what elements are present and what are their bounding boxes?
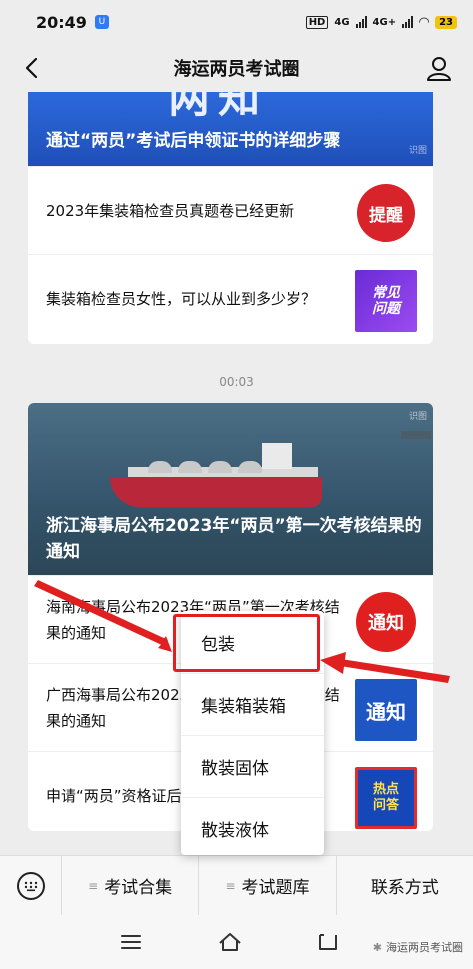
tab-exam-collection[interactable]: ≡ 考试合集 bbox=[62, 855, 200, 916]
user-profile-icon[interactable] bbox=[425, 54, 453, 82]
footer-watermark-text: 海运两员考试圈 bbox=[386, 941, 463, 954]
hero-title: 通过“两员”考试后申领证书的详细步骤 bbox=[46, 131, 341, 151]
tab-label: 联系方式 bbox=[370, 878, 439, 898]
keyboard-toggle-button[interactable] bbox=[0, 855, 62, 916]
notice-thumbnail: 通知 bbox=[355, 591, 417, 653]
hot-qa-thumbnail: 热点 问答 bbox=[355, 767, 417, 829]
network-4g-label: 4G bbox=[334, 16, 350, 28]
signal-icon-2 bbox=[402, 16, 414, 28]
tab-contact[interactable]: 联系方式 bbox=[337, 856, 473, 916]
keyboard-icon bbox=[16, 871, 45, 900]
submenu-item-bulk-liquid[interactable]: 散装液体 bbox=[181, 797, 324, 859]
status-bar: 20:49 U HD 4G 4G+ ◠ 23 bbox=[0, 0, 473, 44]
distant-ship-graphic bbox=[401, 431, 431, 439]
faq-thumbnail: 常见 问题 bbox=[355, 270, 417, 332]
tab-question-bank[interactable]: ≡ 考试题库 bbox=[199, 855, 337, 916]
hero-title: 浙江海事局公布2023年“两员”第一次考核结果的通知 bbox=[46, 516, 422, 562]
hero-graphic-text: 两知 bbox=[168, 92, 269, 122]
system-navigation-bar: ✱ 海运两员考试圈 bbox=[0, 915, 473, 969]
hero-watermark: 识图 bbox=[408, 146, 427, 156]
hot-qa-label-line2: 问答 bbox=[372, 798, 399, 813]
notice-label: 通知 bbox=[356, 592, 416, 652]
hero-watermark: 识图 bbox=[408, 412, 427, 422]
menu-lines-icon: ≡ bbox=[88, 878, 99, 893]
page-title: 海运两员考试圈 bbox=[173, 59, 300, 80]
signal-icon bbox=[355, 16, 367, 28]
reminder-thumbnail: 提醒 bbox=[355, 182, 417, 244]
submenu-item-bulk-solid[interactable]: 散装固体 bbox=[181, 735, 324, 797]
menu-lines-icon: ≡ bbox=[225, 878, 236, 893]
ship-tank-graphic bbox=[148, 461, 172, 473]
tab-label: 考试题库 bbox=[241, 878, 310, 898]
hot-qa-label-line1: 热点 bbox=[372, 782, 399, 797]
navigation-bar: 海运两员考试圈 bbox=[0, 44, 473, 92]
article-list-item[interactable]: 集装箱检查员女性，可以从业到多少岁？ 常见 问题 bbox=[28, 254, 433, 342]
article-list-item[interactable]: 2023年集装箱检查员真题卷已经更新 提醒 bbox=[28, 166, 433, 254]
footer-watermark: ✱ 海运两员考试圈 bbox=[373, 939, 463, 955]
ship-hull-graphic bbox=[110, 477, 322, 507]
article-hero[interactable]: 两知 通过“两员”考试后申领证书的详细步骤 识图 bbox=[28, 92, 433, 166]
status-indicators: HD 4G 4G+ ◠ 23 bbox=[305, 14, 457, 30]
highlight-box-annotation bbox=[173, 614, 320, 672]
faq-label-line1: 常见 bbox=[372, 285, 400, 301]
ship-tank-graphic bbox=[178, 461, 202, 473]
article-hero[interactable]: 浙江海事局公布2023年“两员”第一次考核结果的通知 识图 bbox=[28, 403, 433, 575]
network-4g-plus-label: 4G+ bbox=[372, 16, 397, 28]
article-title: 2023年集装箱检查员真题卷已经更新 bbox=[46, 201, 295, 220]
ship-tank-graphic bbox=[208, 461, 232, 473]
submenu-item-container-packing[interactable]: 集装箱装箱 bbox=[181, 673, 324, 735]
wechat-logo-icon: ✱ bbox=[372, 940, 382, 954]
bottom-menu-bar: ≡ 考试合集 ≡ 考试题库 联系方式 bbox=[0, 855, 473, 916]
hd-icon: HD bbox=[305, 15, 329, 29]
ship-tank-graphic bbox=[238, 461, 262, 473]
status-time: 20:49 bbox=[36, 12, 87, 32]
message-timestamp: 00:03 bbox=[219, 375, 254, 389]
back-arrow-icon[interactable] bbox=[18, 54, 46, 82]
home-icon[interactable] bbox=[217, 929, 243, 955]
battery-icon: 23 bbox=[435, 15, 457, 29]
wifi-icon: ◠ bbox=[419, 14, 430, 30]
article-card: 两知 通过“两员”考试后申领证书的详细步骤 识图 2023年集装箱检查员真题卷已… bbox=[28, 92, 433, 344]
ship-bridge-graphic bbox=[262, 443, 292, 469]
reminder-label: 提醒 bbox=[357, 184, 415, 242]
back-nav-icon[interactable] bbox=[316, 929, 342, 955]
notice-thumbnail: 通知 bbox=[355, 679, 417, 741]
faq-label-line2: 问题 bbox=[372, 301, 400, 317]
recent-apps-icon[interactable] bbox=[118, 929, 144, 955]
article-title: 集装箱检查员女性，可以从业到多少岁？ bbox=[46, 289, 317, 308]
app-notification-icon: U bbox=[94, 15, 109, 29]
tab-label: 考试合集 bbox=[104, 878, 173, 898]
